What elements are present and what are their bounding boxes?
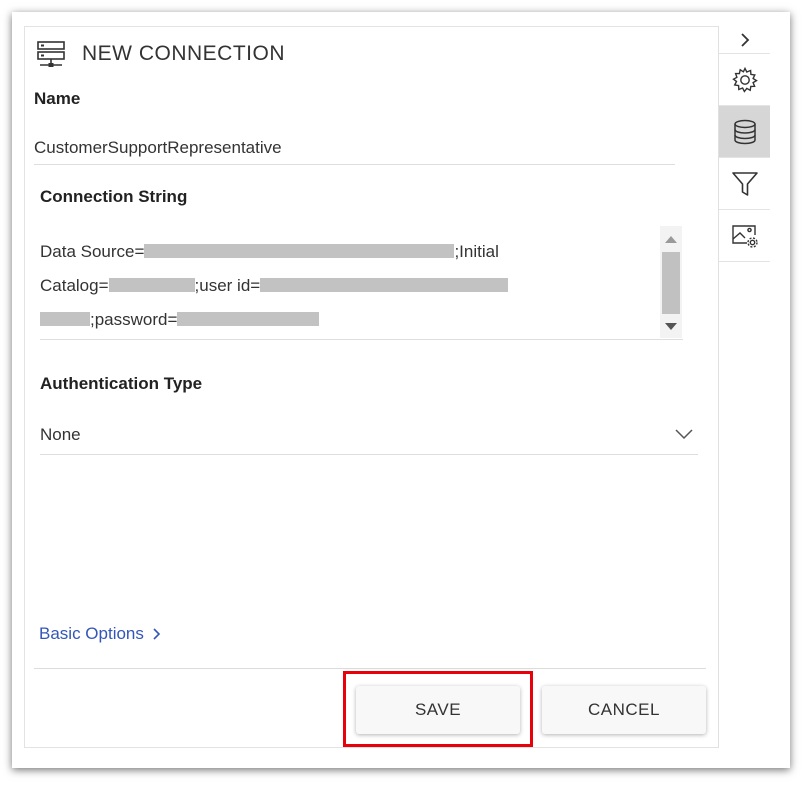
right-toolbar — [718, 26, 770, 748]
scrollbar-thumb[interactable] — [662, 252, 680, 314]
redacted-text — [40, 312, 90, 327]
server-connection-icon — [37, 41, 65, 67]
chevron-right-icon — [153, 628, 161, 640]
image-settings-icon — [731, 224, 758, 248]
redacted-text — [260, 278, 509, 293]
authentication-type-value: None — [40, 425, 81, 444]
chevron-down-icon — [675, 429, 693, 440]
connection-string-line-2: Catalog= ;user id= — [40, 276, 509, 300]
gear-icon — [731, 66, 758, 93]
connection-string-scrollbar[interactable] — [660, 226, 682, 338]
dialog-header: NEW CONNECTION — [36, 36, 285, 72]
basic-options-link[interactable]: Basic Options — [39, 624, 162, 644]
filter-button[interactable] — [719, 158, 770, 210]
connection-string-line-1: Data Source= ;Initial — [40, 242, 499, 261]
image-settings-button[interactable] — [719, 210, 770, 262]
basic-options-label: Basic Options — [39, 624, 144, 643]
name-label: Name — [34, 89, 81, 108]
cancel-button[interactable]: CANCEL — [542, 686, 706, 734]
scroll-up-arrow-icon[interactable] — [665, 236, 677, 243]
authentication-type-dropdown[interactable]: None — [40, 417, 698, 455]
settings-button[interactable] — [719, 54, 770, 106]
filter-icon — [731, 171, 758, 196]
redacted-text — [177, 312, 320, 327]
authentication-type-label: Authentication Type — [40, 374, 203, 393]
redacted-text — [108, 278, 195, 293]
redacted-text — [144, 244, 455, 259]
connection-string-textarea[interactable]: Data Source= ;Initial Catalog= ;user id= ;… — [40, 226, 683, 340]
footer-divider — [34, 668, 706, 669]
collapse-toolbar-button[interactable] — [719, 26, 770, 54]
name-input[interactable] — [34, 132, 675, 165]
save-button[interactable]: SAVE — [356, 686, 520, 734]
data-source-button[interactable] — [719, 106, 770, 158]
chevron-right-icon — [740, 32, 749, 47]
dialog-title: NEW CONNECTION — [82, 42, 285, 65]
connection-string-line-3: ;password= — [40, 310, 320, 334]
scroll-down-arrow-icon[interactable] — [665, 323, 677, 330]
database-icon — [733, 119, 756, 144]
connection-string-label: Connection String — [40, 187, 188, 206]
